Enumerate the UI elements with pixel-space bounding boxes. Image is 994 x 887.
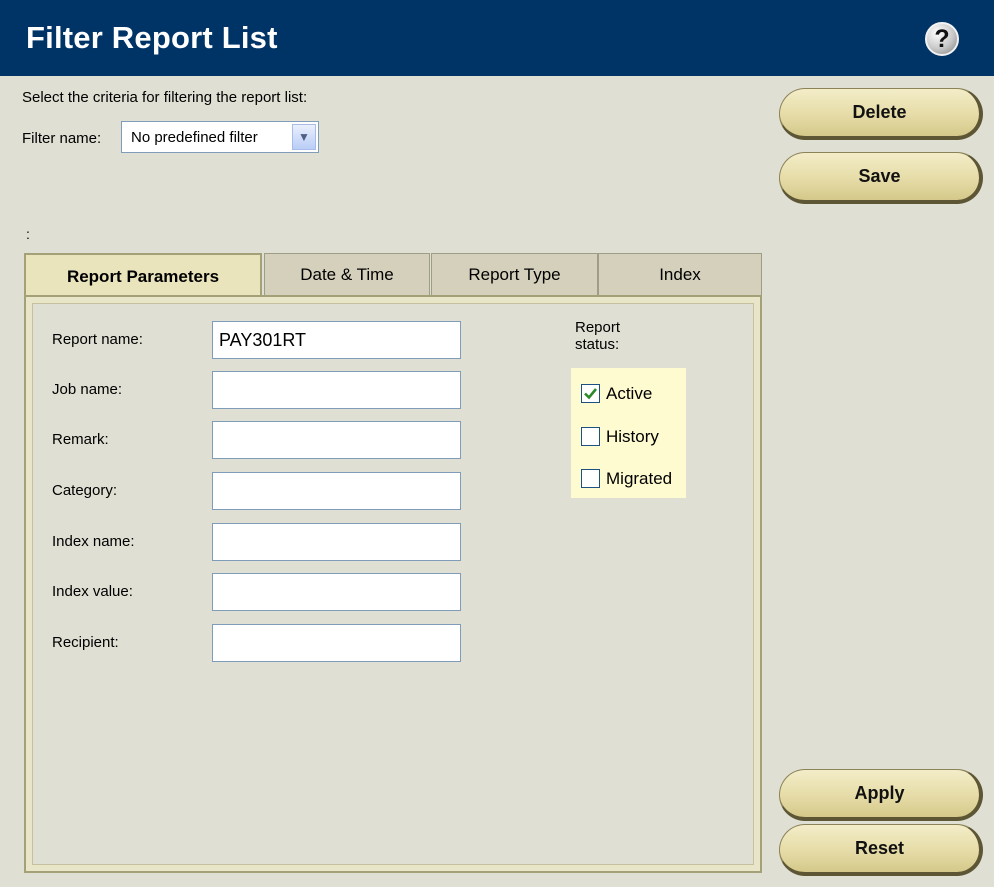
report-name-input[interactable] — [212, 321, 461, 359]
filter-name-label: Filter name: — [22, 130, 102, 147]
remark-input[interactable] — [212, 421, 461, 459]
tab-date-time[interactable]: Date & Time — [264, 253, 430, 295]
tab-report-type[interactable]: Report Type — [431, 253, 598, 295]
report-name-label: Report name: — [52, 331, 143, 348]
title-bar: Filter Report List ? — [0, 0, 994, 76]
report-status-group: Active History Migrated — [571, 368, 686, 498]
index-name-input[interactable] — [212, 523, 461, 561]
job-name-label: Job name: — [52, 381, 123, 398]
save-button[interactable]: Save — [779, 152, 983, 204]
checkmark-icon — [584, 388, 598, 400]
delete-button[interactable]: Delete — [779, 88, 983, 140]
report-status-title-line1: Report — [575, 319, 621, 336]
help-icon[interactable]: ? — [925, 22, 959, 56]
recipient-input[interactable] — [212, 624, 461, 662]
apply-button[interactable]: Apply — [779, 769, 983, 821]
index-value-input[interactable] — [212, 573, 461, 611]
remark-label: Remark: — [52, 431, 109, 448]
report-status-title-line2: status: — [575, 336, 620, 353]
history-checkbox[interactable] — [581, 427, 600, 446]
index-value-label: Index value: — [52, 583, 133, 600]
recipient-label: Recipient: — [52, 634, 119, 651]
category-label: Category: — [52, 482, 118, 499]
separator-text: : — [26, 226, 30, 242]
report-status-title: Report status: — [575, 319, 620, 353]
filter-name-value: No predefined filter — [131, 129, 258, 146]
filter-name-select[interactable]: No predefined filter ▼ — [121, 121, 319, 153]
index-name-label: Index name: — [52, 533, 135, 550]
chevron-down-icon[interactable]: ▼ — [292, 124, 316, 150]
history-label: History — [606, 427, 659, 446]
page-title: Filter Report List — [26, 20, 278, 55]
criteria-instruction: Select the criteria for filtering the re… — [22, 89, 308, 106]
job-name-input[interactable] — [212, 371, 461, 409]
tab-report-parameters[interactable]: Report Parameters — [24, 253, 262, 298]
migrated-label: Migrated — [606, 469, 673, 488]
active-label: Active — [606, 384, 653, 403]
reset-button[interactable]: Reset — [779, 824, 983, 876]
migrated-checkbox[interactable] — [581, 469, 600, 488]
tab-index[interactable]: Index — [598, 253, 762, 295]
category-input[interactable] — [212, 472, 461, 510]
active-checkbox[interactable] — [581, 384, 600, 403]
